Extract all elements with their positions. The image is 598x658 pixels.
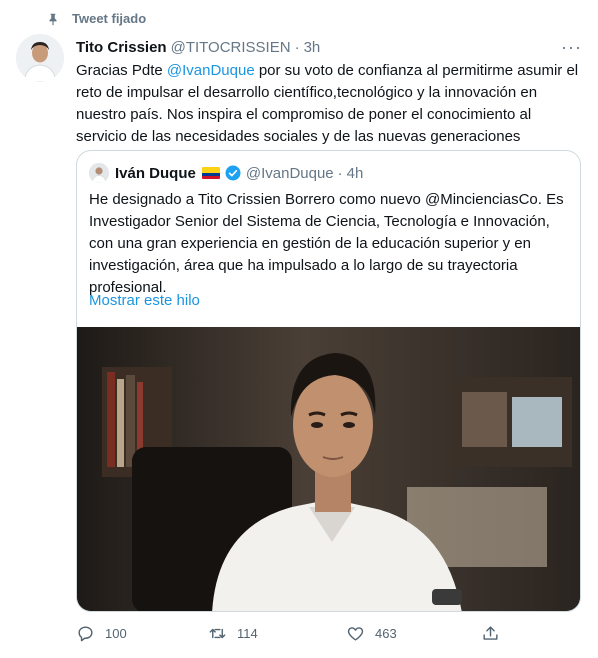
show-thread-link[interactable]: Mostrar este hilo [89, 292, 200, 309]
verified-badge-icon [225, 165, 241, 181]
author-handle[interactable]: @TITOCRISSIEN [171, 39, 291, 56]
pinned-text: Tweet fijado [72, 11, 147, 26]
tweet-time[interactable]: 3h [304, 39, 321, 56]
retweet-icon [209, 628, 226, 639]
quoted-separator: · [337, 164, 343, 182]
reply-count: 100 [105, 626, 127, 641]
author-avatar[interactable] [16, 34, 64, 82]
like-button[interactable]: 463 [346, 624, 397, 643]
tweet-actions: 100 114 463 [76, 624, 506, 644]
share-button[interactable] [481, 624, 500, 643]
tweet-text: Gracias Pdte @IvanDuque por su voto de c… [76, 60, 584, 148]
quoted-tweet[interactable]: Iván Duque @IvanDuque · 4h He designado … [76, 150, 581, 612]
like-count: 463 [375, 626, 397, 641]
tweet-header: Tito Crissien @TITOCRISSIEN · 3h ··· [76, 37, 582, 58]
pin-icon [49, 13, 57, 25]
reply-button[interactable]: 100 [76, 624, 127, 643]
separator: · [294, 39, 300, 56]
mention-link[interactable]: @IvanDuque [167, 62, 255, 79]
quoted-tweet-header: Iván Duque @IvanDuque · 4h [89, 163, 363, 183]
quoted-author-handle: @IvanDuque [245, 164, 334, 182]
colombia-flag-icon [201, 167, 220, 179]
quoted-tweet-text: He designado a Tito Crissien Borrero com… [89, 191, 564, 296]
tweet-text-start: Gracias Pdte [76, 62, 167, 79]
author-name[interactable]: Tito Crissien [76, 39, 167, 56]
quoted-author-avatar [89, 163, 109, 183]
quoted-author-name: Iván Duque [115, 164, 196, 182]
retweet-button[interactable]: 114 [208, 624, 258, 643]
quoted-time: 4h [346, 164, 364, 182]
reply-icon [78, 626, 93, 642]
heart-icon [347, 627, 364, 641]
quoted-tweet-photo[interactable] [77, 327, 580, 611]
share-icon [483, 626, 498, 640]
more-options-icon[interactable]: ··· [561, 37, 582, 58]
pinned-label: Tweet fijado [46, 11, 146, 26]
retweet-count: 114 [237, 626, 258, 641]
